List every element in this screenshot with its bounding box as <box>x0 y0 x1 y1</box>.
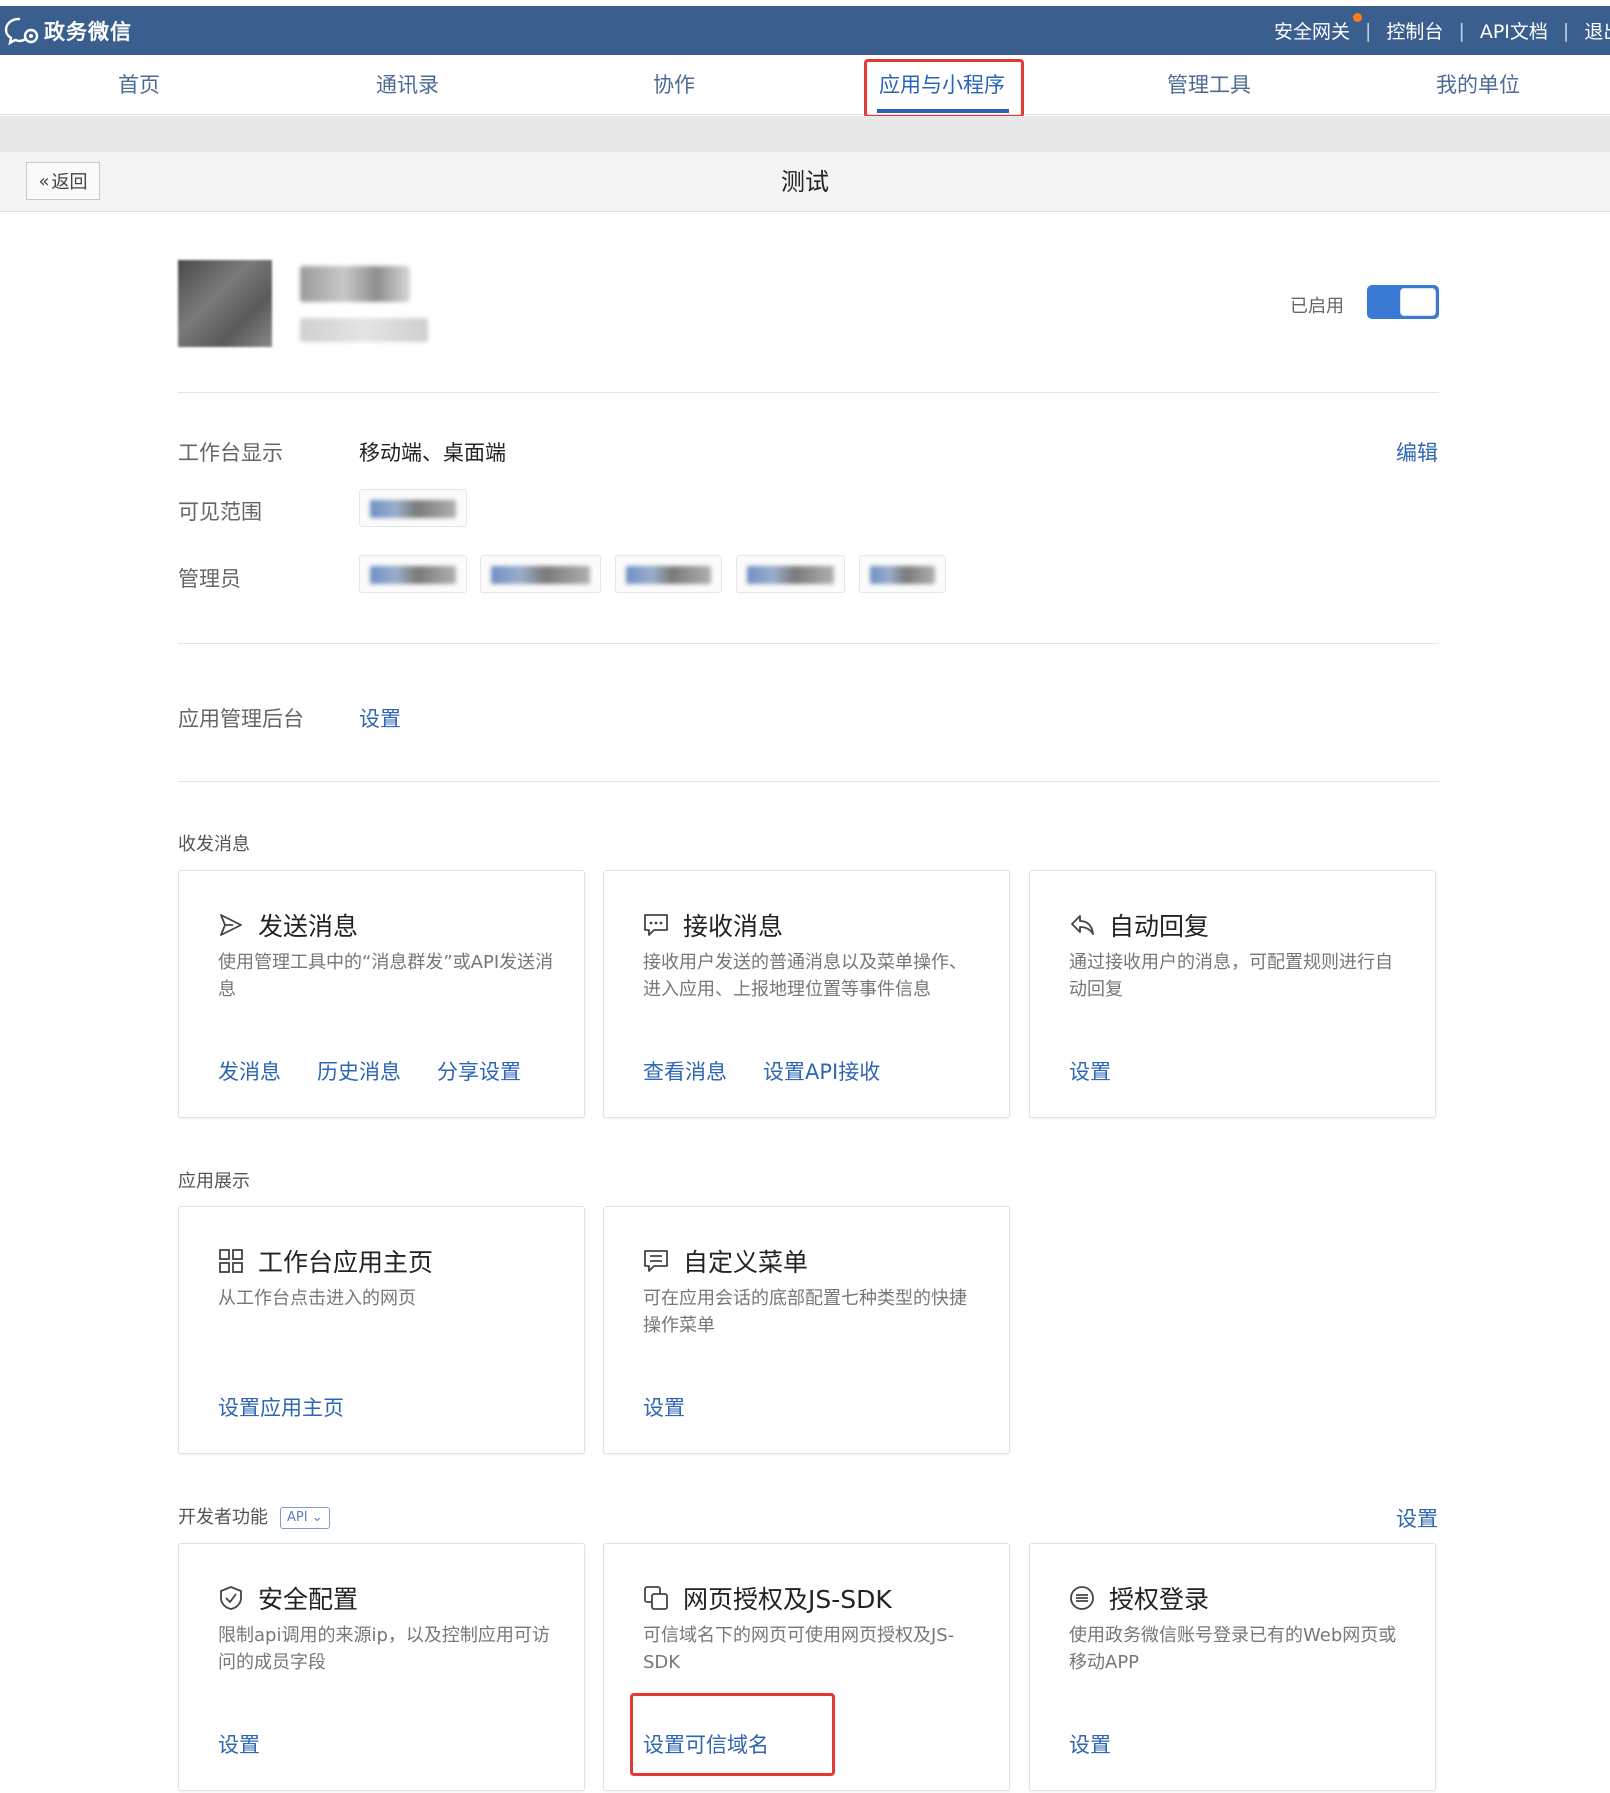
custom-menu-settings-link[interactable]: 设置 <box>643 1392 685 1422</box>
chevron-down-icon: ⌄ <box>311 1510 323 1525</box>
card-auto-reply: 自动回复 通过接收用户的消息，可配置规则进行自动回复 设置 <box>1029 870 1436 1118</box>
highlight-box-trusted-domain <box>630 1693 835 1776</box>
reply-icon <box>1071 915 1094 935</box>
grid-icon <box>219 1249 243 1273</box>
view-messages-link[interactable]: 查看消息 <box>643 1056 727 1086</box>
app-logo <box>178 260 272 347</box>
card-send-message: 发送消息 使用管理工具中的“消息群发”或API发送消息 发消息 历史消息 分享设… <box>178 870 585 1118</box>
divider <box>178 643 1439 644</box>
card-description: 使用政务微信账号登录已有的Web网页或移动APP <box>1069 1625 1397 1673</box>
security-gateway-link[interactable]: 安全网关 <box>1274 13 1363 44</box>
top-bar: 政务微信 安全网关 | 控制台 | API文档 | 退出 <box>0 6 1610 55</box>
enable-toggle[interactable] <box>1367 285 1439 319</box>
send-icon <box>220 914 242 936</box>
card-title: 自动回复 <box>1109 912 1210 941</box>
brand-name: 政务微信 <box>44 20 132 44</box>
divider: | <box>1562 19 1570 42</box>
divider <box>178 392 1439 393</box>
divider <box>178 781 1439 782</box>
card-custom-menu: 自定义菜单 可在应用会话的底部配置七种类型的快捷操作菜单 设置 <box>603 1206 1010 1454</box>
history-messages-link[interactable]: 历史消息 <box>317 1056 401 1086</box>
section-title-developer: 开发者功能 API ⌄ <box>178 1503 330 1529</box>
admin-chip[interactable] <box>480 555 601 593</box>
card-description: 接收用户发送的普通消息以及菜单操作、进入应用、上报地理位置等事件信息 <box>643 952 967 1000</box>
card-title: 授权登录 <box>1109 1585 1210 1614</box>
workbench-label: 工作台显示 <box>178 441 283 465</box>
double-chevron-left-icon: « <box>38 170 50 192</box>
toggle-knob <box>1400 288 1436 316</box>
top-links: 安全网关 | 控制台 | API文档 | 退出 <box>1274 6 1610 55</box>
card-auth-login: 授权登录 使用政务微信账号登录已有的Web网页或移动APP 设置 <box>1029 1543 1436 1791</box>
tab-my-unit[interactable]: 我的单位 <box>1436 55 1520 115</box>
card-description: 通过接收用户的消息，可配置规则进行自动回复 <box>1069 952 1393 1000</box>
card-title: 发送消息 <box>258 912 359 941</box>
divider: | <box>1365 19 1372 42</box>
workbench-value: 移动端、桌面端 <box>359 441 506 465</box>
tab-contacts[interactable]: 通讯录 <box>376 55 439 115</box>
set-api-receive-link[interactable]: 设置API接收 <box>763 1056 880 1086</box>
app-name-redacted <box>300 266 410 302</box>
notification-dot <box>1353 13 1363 22</box>
card-title: 工作台应用主页 <box>258 1248 434 1277</box>
copy-window-icon <box>644 1586 668 1610</box>
api-badge[interactable]: API ⌄ <box>280 1507 330 1529</box>
admin-chip[interactable] <box>859 555 946 593</box>
admin-chip[interactable] <box>615 555 722 593</box>
card-description: 可信域名下的网页可使用网页授权及JS-SDK <box>643 1625 955 1673</box>
card-title: 接收消息 <box>683 912 784 941</box>
card-description: 使用管理工具中的“消息群发”或API发送消息 <box>218 952 554 1000</box>
admin-chip[interactable] <box>359 555 467 593</box>
card-description: 可在应用会话的底部配置七种类型的快捷操作菜单 <box>643 1288 967 1336</box>
admin-label: 管理员 <box>178 567 241 591</box>
card-description: 限制api调用的来源ip，以及控制应用可访问的成员字段 <box>218 1625 550 1673</box>
back-label: 返回 <box>51 172 88 193</box>
logout-link[interactable]: 退出 <box>1584 17 1610 44</box>
auto-reply-settings-link[interactable]: 设置 <box>1069 1056 1111 1086</box>
admin-chip[interactable] <box>736 555 845 593</box>
section-title-messages: 收发消息 <box>178 834 250 855</box>
login-circle-icon <box>1070 1586 1094 1610</box>
page-title: 测试 <box>781 168 829 196</box>
menu-icon <box>644 1250 668 1272</box>
card-workbench-home: 工作台应用主页 从工作台点击进入的网页 设置应用主页 <box>178 1206 585 1454</box>
shield-check-icon <box>220 1586 242 1610</box>
backend-settings-link[interactable]: 设置 <box>359 703 401 733</box>
backend-label: 应用管理后台 <box>178 707 304 731</box>
brand-logo[interactable]: 政务微信 <box>4 16 132 46</box>
card-receive-message: 接收消息 接收用户发送的普通消息以及菜单操作、进入应用、上报地理位置等事件信息 … <box>603 870 1010 1118</box>
chat-bubble-icon <box>644 914 668 936</box>
cloud-chat-icon <box>4 17 39 46</box>
highlight-box-apps-tab <box>864 59 1024 118</box>
console-link[interactable]: 控制台 <box>1386 17 1443 44</box>
card-security-config: 安全配置 限制api调用的来源ip，以及控制应用可访问的成员字段 设置 <box>178 1543 585 1791</box>
card-title: 自定义菜单 <box>683 1248 809 1277</box>
page-header: 测试 « 返回 <box>0 152 1610 212</box>
visible-range-label: 可见范围 <box>178 500 262 524</box>
status-label: 已启用 <box>1290 296 1344 317</box>
section-title-display: 应用展示 <box>178 1171 250 1192</box>
edit-link[interactable]: 编辑 <box>1396 437 1438 467</box>
card-description: 从工作台点击进入的网页 <box>218 1288 416 1309</box>
card-title: 网页授权及JS-SDK <box>683 1585 892 1614</box>
set-app-home-link[interactable]: 设置应用主页 <box>218 1392 344 1422</box>
share-settings-link[interactable]: 分享设置 <box>437 1056 521 1086</box>
developer-settings-link[interactable]: 设置 <box>1396 1503 1438 1533</box>
main-nav: 首页 通讯录 协作 应用与小程序 管理工具 我的单位 <box>0 55 1610 115</box>
card-title: 安全配置 <box>258 1585 359 1614</box>
tab-admin-tools[interactable]: 管理工具 <box>1167 55 1251 115</box>
auth-login-settings-link[interactable]: 设置 <box>1069 1729 1111 1759</box>
tab-collaboration[interactable]: 协作 <box>653 55 695 115</box>
app-id-redacted <box>300 318 428 342</box>
back-button[interactable]: « 返回 <box>26 162 100 200</box>
divider: | <box>1458 19 1465 42</box>
send-message-link[interactable]: 发消息 <box>218 1056 281 1086</box>
security-settings-link[interactable]: 设置 <box>218 1729 260 1759</box>
visible-range-chip[interactable] <box>359 489 467 527</box>
spacer-band <box>0 116 1610 152</box>
tab-home[interactable]: 首页 <box>118 55 160 115</box>
api-docs-link[interactable]: API文档 <box>1480 17 1548 44</box>
